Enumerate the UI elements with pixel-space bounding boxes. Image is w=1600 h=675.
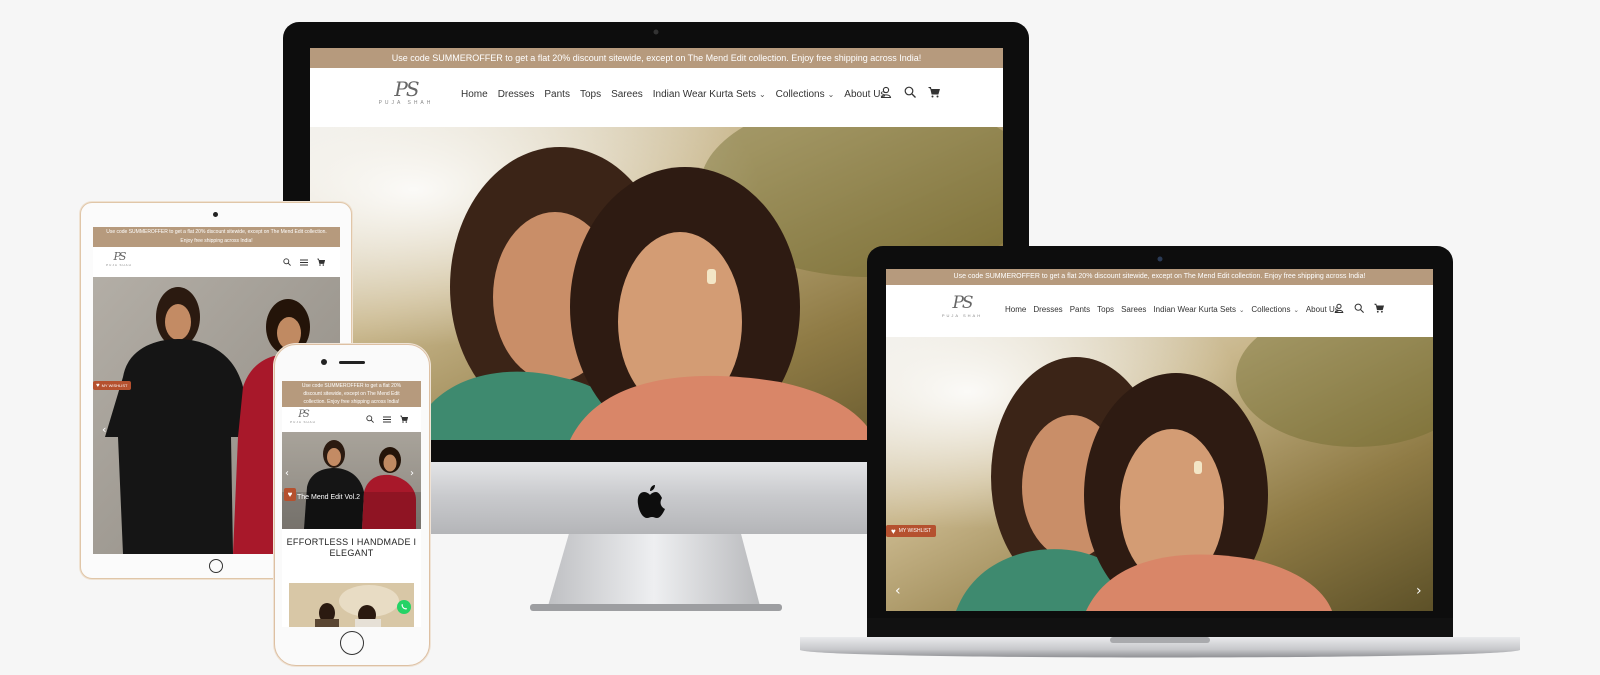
search-icon[interactable] <box>1354 303 1364 313</box>
cart-icon[interactable] <box>317 258 325 266</box>
nav-tops[interactable]: Tops <box>580 89 601 100</box>
phone-header: PS PUJA SHAH <box>282 407 421 432</box>
nav-indian-wear[interactable]: Indian Wear Kurta Sets ⌄ <box>1153 305 1244 314</box>
laptop-hero-image[interactable]: ♥ MY WISHLIST ‹ › <box>886 337 1433 611</box>
phone-wishlist-badge[interactable]: ♥ <box>284 488 296 501</box>
menu-icon[interactable] <box>383 415 391 423</box>
heart-icon: ♥ <box>891 526 896 536</box>
nav-indian-wear-label: Indian Wear Kurta Sets <box>652 89 756 100</box>
phone-promo-line1: Use code SUMMEROFFER to get a flat 20% <box>301 383 402 389</box>
laptop-promo-bar: Use code SUMMEROFFER to get a flat 20% d… <box>886 269 1433 285</box>
cart-icon[interactable] <box>928 86 940 98</box>
nav-collections[interactable]: Collections ⌄ <box>1251 305 1299 314</box>
laptop-screen: Use code SUMMEROFFER to get a flat 20% d… <box>886 269 1433 611</box>
menu-icon[interactable] <box>300 258 308 266</box>
nav-tops[interactable]: Tops <box>1097 305 1114 314</box>
tablet-wishlist-label: MY WISHLIST <box>101 383 128 388</box>
laptop-logo-mark: PS <box>952 293 973 313</box>
phone-hero-photo <box>282 432 421 529</box>
tablet-header-icons <box>283 258 325 266</box>
chevron-left-icon[interactable]: ‹ <box>285 468 289 479</box>
tablet-promo-line1: Use code SUMMEROFFER to get a flat 20% d… <box>106 229 327 235</box>
search-icon[interactable] <box>904 86 916 98</box>
nav-indian-wear-label: Indian Wear Kurta Sets <box>1153 305 1236 314</box>
heart-icon: ♥ <box>96 382 100 389</box>
site-header: PS PUJA SHAH Home Dresses Pants Tops Sar… <box>310 68 1003 127</box>
nav-collections[interactable]: Collections ⌄ <box>776 89 835 100</box>
chevron-left-icon[interactable]: ‹ <box>895 583 901 599</box>
phone-logo-mark: PS <box>298 409 310 420</box>
chevron-down-icon: ⌄ <box>1238 307 1245 314</box>
main-nav: Home Dresses Pants Tops Sarees Indian We… <box>461 89 885 100</box>
phone-product-photo <box>289 583 414 627</box>
logo-mark: PS <box>394 77 419 101</box>
whatsapp-icon[interactable] <box>397 600 411 614</box>
tablet-camera <box>213 212 218 217</box>
nav-pants[interactable]: Pants <box>1070 305 1090 314</box>
phone-promo-line3: collection. Enjoy free shipping across I… <box>303 399 400 405</box>
nav-collections-label: Collections <box>775 89 825 100</box>
nav-collections-label: Collections <box>1251 305 1291 314</box>
phone-section-heading: EFFORTLESS I HANDMADE I ELEGANT <box>286 537 417 558</box>
phone-screen: Use code SUMMEROFFER to get a flat 20% d… <box>282 381 421 627</box>
tablet-logo-brand: PUJA SHAH <box>106 263 132 267</box>
tablet-home-button[interactable] <box>209 559 223 573</box>
tablet-wishlist-badge[interactable]: ♥ MY WISHLIST <box>93 381 131 390</box>
heart-icon: ♥ <box>287 490 293 499</box>
laptop-hero-photo <box>886 337 1433 611</box>
laptop-main-nav: Home Dresses Pants Tops Sarees Indian We… <box>1005 305 1339 314</box>
chevron-right-icon[interactable]: › <box>1416 583 1422 599</box>
laptop-header: PS PUJA SHAH Home Dresses Pants Tops Sar… <box>886 285 1433 337</box>
laptop-logo-brand: PUJA SHAH <box>941 313 983 318</box>
laptop-header-icons <box>1334 303 1384 313</box>
phone-speaker <box>339 361 365 364</box>
cart-icon[interactable] <box>1374 303 1384 313</box>
chevron-down-icon: ⌄ <box>827 90 835 99</box>
user-icon[interactable] <box>880 86 892 98</box>
laptop-wishlist-badge[interactable]: ♥ MY WISHLIST <box>886 525 937 537</box>
logo-brand: PUJA SHAH <box>378 100 434 106</box>
phone-promo-bar: Use code SUMMEROFFER to get a flat 20% d… <box>282 381 421 407</box>
tablet-header: PS PUJA SHAH <box>93 247 340 277</box>
phone-logo-brand: PUJA SHAH <box>290 420 316 424</box>
apple-logo-icon <box>637 485 665 518</box>
phone-home-button[interactable] <box>340 631 364 655</box>
phone-promo-line2: discount sitewide, except on The Mend Ed… <box>303 391 400 397</box>
search-icon[interactable] <box>283 258 291 266</box>
nav-home[interactable]: Home <box>1005 305 1026 314</box>
nav-sarees[interactable]: Sarees <box>1121 305 1146 314</box>
chevron-down-icon: ⌄ <box>1293 307 1299 314</box>
laptop-logo[interactable]: PS PUJA SHAH <box>937 293 987 319</box>
cart-icon[interactable] <box>400 415 408 423</box>
tablet-promo-bar: Use code SUMMEROFFER to get a flat 20% d… <box>93 227 340 247</box>
phone-slide-caption: The Mend Edit Vol.2 <box>297 494 361 501</box>
tablet-promo-line2: Enjoy free shipping across India! <box>180 238 253 244</box>
phone-hero-image[interactable]: ‹ › ♥ The Mend Edit Vol.2 <box>282 432 421 529</box>
search-icon[interactable] <box>366 415 374 423</box>
site-logo[interactable]: PS PUJA SHAH <box>376 78 436 106</box>
promo-bar: Use code SUMMEROFFER to get a flat 20% d… <box>310 48 1003 68</box>
phone-product-image[interactable] <box>289 583 414 627</box>
nav-sarees[interactable]: Sarees <box>611 89 643 100</box>
phone-logo[interactable]: PS PUJA SHAH <box>290 409 316 424</box>
nav-dresses[interactable]: Dresses <box>498 89 535 100</box>
chevron-left-icon[interactable]: ‹ <box>102 423 106 436</box>
user-icon[interactable] <box>1334 303 1344 313</box>
nav-home[interactable]: Home <box>461 89 488 100</box>
chevron-down-icon: ⌄ <box>758 90 766 99</box>
phone-camera <box>321 359 327 365</box>
laptop-wishlist-label: MY WISHLIST <box>898 528 932 534</box>
phone-header-icons <box>366 415 408 423</box>
nav-dresses[interactable]: Dresses <box>1033 305 1062 314</box>
header-icons <box>880 86 940 98</box>
nav-pants[interactable]: Pants <box>544 89 570 100</box>
nav-indian-wear[interactable]: Indian Wear Kurta Sets ⌄ <box>653 89 766 100</box>
tablet-logo[interactable]: PS PUJA SHAH <box>105 250 133 268</box>
tablet-logo-mark: PS <box>113 250 127 263</box>
chevron-right-icon[interactable]: › <box>410 468 414 479</box>
